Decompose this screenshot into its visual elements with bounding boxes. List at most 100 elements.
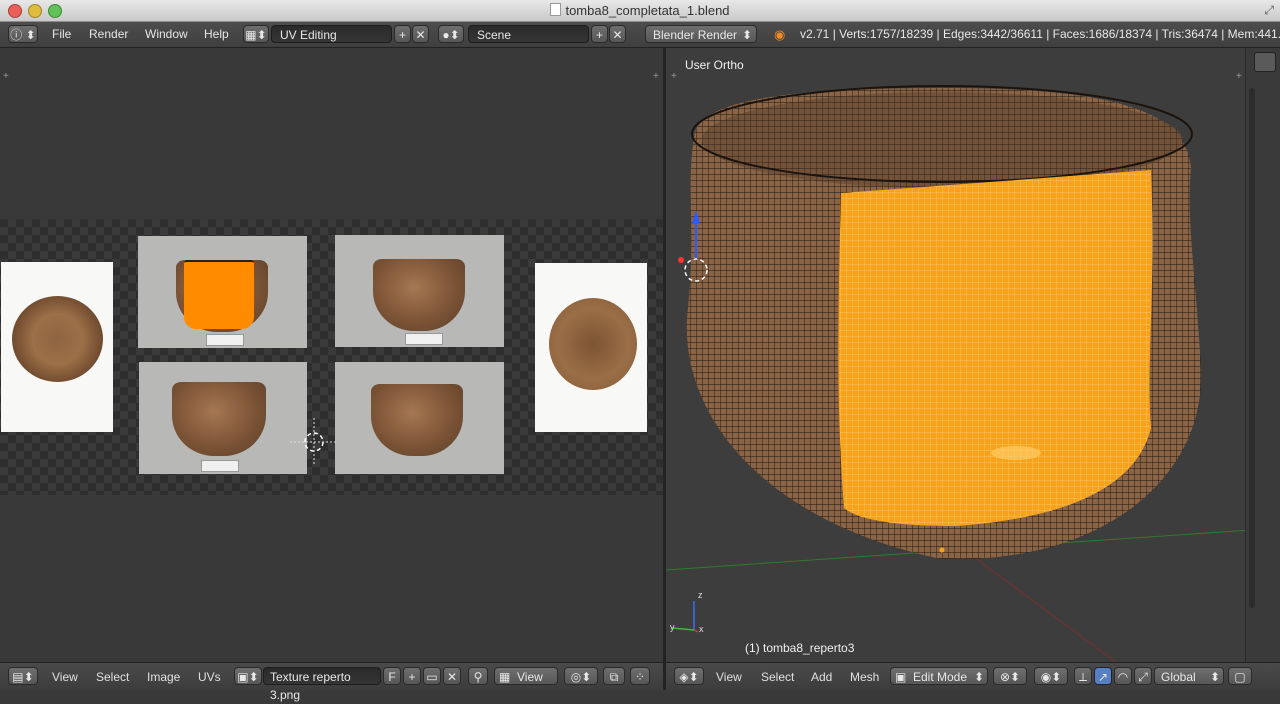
rotate-icon: ◠ bbox=[1117, 670, 1129, 684]
scale-icon: ⤢ bbox=[1138, 670, 1148, 684]
shading-select[interactable]: ⊗⬍ bbox=[993, 667, 1027, 685]
updown-arrows-icon: ⬍ bbox=[1209, 670, 1220, 684]
properties-region-strip[interactable] bbox=[1245, 48, 1280, 662]
axis-x-label: x bbox=[699, 624, 704, 634]
window-title: tomba8_completata_1.blend bbox=[0, 3, 1280, 18]
arrow-icon: ↗ bbox=[1097, 670, 1109, 684]
museum-tag-image bbox=[405, 333, 443, 345]
museum-tag-image bbox=[201, 460, 239, 472]
plus-icon: + bbox=[595, 28, 603, 42]
mode-select[interactable]: ▣ Edit Mode ⬍ bbox=[890, 667, 988, 685]
area-split-plus-icon[interactable]: + bbox=[671, 72, 679, 82]
uv-sync-icon: ⧉ bbox=[609, 670, 619, 684]
fullscreen-icon[interactable]: ⤢ bbox=[1264, 3, 1274, 18]
scale-manipulator-button[interactable]: ⤢ bbox=[1134, 667, 1152, 685]
pivot-select[interactable]: ◎⬍ bbox=[564, 667, 598, 685]
scene-icon-button[interactable]: ●⬍ bbox=[438, 25, 464, 43]
layers-icon: ▢ bbox=[1234, 670, 1246, 684]
uv-island-selection[interactable] bbox=[184, 260, 254, 329]
menu-view[interactable]: View bbox=[716, 670, 742, 684]
view-icon: ▦ bbox=[499, 670, 511, 684]
add-scene-button[interactable]: + bbox=[591, 25, 608, 43]
add-layout-button[interactable]: + bbox=[394, 25, 411, 43]
pot-top-image bbox=[12, 296, 103, 382]
editor-type-button[interactable]: ◈⬍ bbox=[674, 667, 704, 685]
pin-icon: ⚲ bbox=[473, 670, 483, 684]
fake-user-button[interactable]: F bbox=[383, 667, 401, 685]
new-image-button[interactable]: + bbox=[403, 667, 421, 685]
screen-layout-icon-button[interactable]: ▦⬍ bbox=[243, 25, 269, 43]
pivot-point-select[interactable]: ◉⬍ bbox=[1034, 667, 1068, 685]
transform-orientation-select[interactable]: Global ⬍ bbox=[1154, 667, 1224, 685]
scene-field[interactable]: Scene bbox=[468, 25, 589, 43]
folder-icon: ▭ bbox=[426, 670, 438, 684]
editor-type-info-button[interactable]: ⓘ ⬍ bbox=[8, 25, 38, 43]
menu-file[interactable]: File bbox=[52, 27, 71, 41]
window-titlebar: tomba8_completata_1.blend ⤢ bbox=[0, 0, 1280, 22]
x-icon: ✕ bbox=[415, 28, 426, 42]
layer-button[interactable]: ▢ bbox=[1228, 667, 1252, 685]
delete-layout-button[interactable]: ✕ bbox=[412, 25, 429, 43]
scene-icon: ●⬍ bbox=[442, 28, 460, 42]
region-toggle-button[interactable] bbox=[1254, 52, 1276, 72]
3d-view-header: ◈⬍ View Select Add Mesh ▣ Edit Mode ⬍ ⊗⬍ ◉… bbox=[666, 662, 1280, 691]
menu-uvs[interactable]: UVs bbox=[198, 670, 221, 684]
uv-select-mode-button[interactable]: ⁘ bbox=[630, 667, 650, 685]
pivot-icon: ◎⬍ bbox=[570, 670, 592, 684]
image-browse-button[interactable]: ▣⬍ bbox=[234, 667, 262, 685]
menu-window[interactable]: Window bbox=[145, 27, 188, 41]
menu-image[interactable]: Image bbox=[147, 670, 180, 684]
translate-manipulator-button[interactable]: ↗ bbox=[1094, 667, 1112, 685]
texture-photo-side-3 bbox=[139, 362, 307, 474]
unlink-image-button[interactable]: ✕ bbox=[443, 667, 461, 685]
active-object-label: (1) tomba8_reperto3 bbox=[745, 641, 855, 655]
sticky-selection-button[interactable]: ⧉ bbox=[603, 667, 625, 685]
pot-side-image bbox=[371, 384, 463, 456]
menu-select[interactable]: Select bbox=[96, 670, 129, 684]
museum-tag-image bbox=[206, 334, 244, 346]
area-split-plus-icon[interactable]: + bbox=[1236, 72, 1244, 82]
render-engine-select[interactable]: Blender Render ⬍ bbox=[645, 25, 757, 43]
view-mode-select[interactable]: ▦ View bbox=[494, 667, 558, 685]
pot-mesh-render[interactable] bbox=[666, 48, 1280, 662]
texture-photo-side-2 bbox=[335, 235, 504, 347]
shading-icon: ⊗⬍ bbox=[999, 670, 1021, 684]
image-icon: ▣⬍ bbox=[237, 670, 259, 684]
layout-grid-icon: ▦⬍ bbox=[245, 28, 267, 42]
texture-photo-bottom-view bbox=[535, 263, 647, 432]
editor-type-button[interactable]: ▤⬍ bbox=[8, 667, 38, 685]
pot-side-image bbox=[172, 382, 266, 456]
info-header: ⓘ ⬍ File Render Window Help ▦⬍ UV Editin… bbox=[0, 22, 1280, 48]
scene-statistics: v2.71 | Verts:1757/18239 | Edges:3442/36… bbox=[800, 27, 1280, 41]
document-icon bbox=[550, 3, 562, 16]
delete-scene-button[interactable]: ✕ bbox=[609, 25, 626, 43]
menu-add[interactable]: Add bbox=[811, 670, 832, 684]
menu-render[interactable]: Render bbox=[89, 27, 128, 41]
texture-photo-side-1 bbox=[138, 236, 307, 348]
area-split-plus-icon[interactable]: + bbox=[3, 72, 11, 82]
plus-icon: + bbox=[398, 28, 406, 42]
axis-y-label: y bbox=[670, 622, 675, 632]
uv-image-editor[interactable]: + + bbox=[0, 48, 663, 662]
manipulator-toggle-button[interactable]: ⟂ bbox=[1074, 667, 1092, 685]
image-editor-icon: ▤⬍ bbox=[12, 670, 34, 684]
menu-view[interactable]: View bbox=[52, 670, 78, 684]
open-image-button[interactable]: ▭ bbox=[423, 667, 441, 685]
3d-viewport[interactable]: User Ortho z y x (1) tomba8_reperto3 + + bbox=[666, 48, 1280, 662]
screen-layout-field[interactable]: UV Editing bbox=[271, 25, 392, 43]
area-split-plus-icon[interactable]: + bbox=[653, 72, 661, 82]
menu-mesh[interactable]: Mesh bbox=[850, 670, 879, 684]
pin-image-button[interactable]: ⚲ bbox=[468, 667, 488, 685]
2d-cursor-icon[interactable] bbox=[290, 418, 340, 466]
updown-arrows-icon: ⬍ bbox=[741, 28, 752, 42]
x-icon: ✕ bbox=[612, 28, 623, 42]
menu-select[interactable]: Select bbox=[761, 670, 794, 684]
3d-view-icon: ◈⬍ bbox=[679, 670, 699, 684]
menu-help[interactable]: Help bbox=[204, 27, 229, 41]
axis-z-label: z bbox=[698, 590, 703, 600]
rotate-manipulator-button[interactable]: ◠ bbox=[1114, 667, 1132, 685]
edit-mode-icon: ▣ bbox=[895, 670, 907, 684]
image-name-field[interactable]: Texture reperto 3.png bbox=[263, 667, 381, 702]
plus-icon: + bbox=[408, 670, 416, 684]
scrollbar[interactable] bbox=[1249, 88, 1255, 608]
